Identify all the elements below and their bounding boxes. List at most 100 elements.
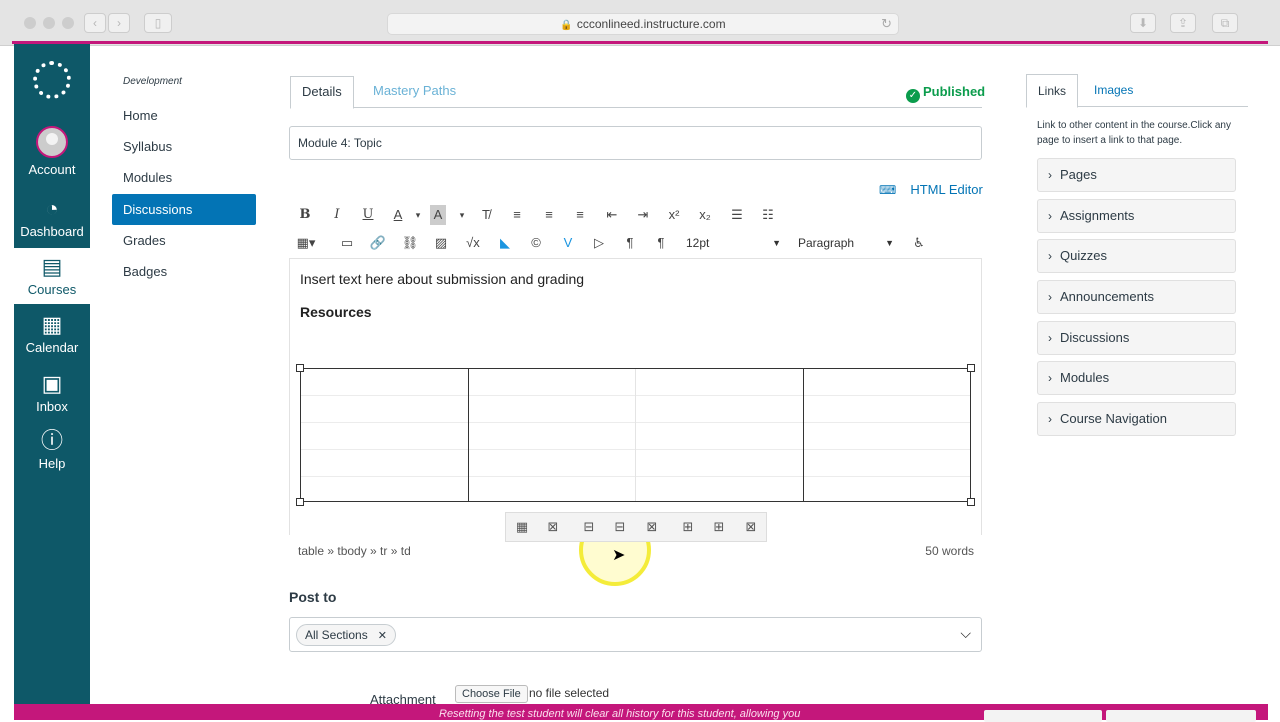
ltr-paragraph-icon[interactable]: ¶ <box>620 233 640 253</box>
topic-title-input[interactable]: Module 4: Topic <box>289 126 982 160</box>
accordion-modules[interactable]: › Modules <box>1037 361 1236 395</box>
tab-links[interactable]: Links <box>1026 74 1079 108</box>
share-icon[interactable]: ⇪ <box>1170 13 1196 33</box>
accordion-pages[interactable]: › Pages <box>1037 158 1236 192</box>
leave-student-view-button[interactable] <box>1106 710 1256 722</box>
address-bar[interactable]: 🔒 ccconlineed.instructure.com ↻ <box>387 13 899 35</box>
resources-table[interactable]: ➤ <box>300 368 971 586</box>
insert-row-after-icon[interactable]: ⊟ <box>611 518 629 536</box>
accessibility-checker-icon[interactable]: ♿ <box>909 233 929 253</box>
reset-student-button[interactable] <box>984 710 1102 722</box>
table-properties-icon[interactable]: ▦ <box>513 518 531 536</box>
global-nav-inbox[interactable]: ▣ Inbox <box>14 371 90 419</box>
vimeo-icon[interactable]: V <box>558 233 578 253</box>
global-nav-dashboard[interactable]: ◔ Dashboard <box>14 196 90 244</box>
delete-table-icon[interactable]: ⊠ <box>544 518 562 536</box>
insert-column-before-icon[interactable]: ⊞ <box>679 518 697 536</box>
unlink-icon[interactable]: ⛓ <box>400 233 420 253</box>
sidebar-toggle-icon[interactable]: ▯ <box>144 13 172 33</box>
twitter-icon[interactable]: ◣ <box>495 233 515 253</box>
choose-file-button[interactable]: Choose File <box>455 685 528 703</box>
rich-content-editor[interactable]: Insert text here about submission and gr… <box>289 258 982 586</box>
chevron-down-icon[interactable]: ⌵ <box>960 625 971 642</box>
table-icon[interactable]: ▦▾ <box>296 233 316 253</box>
course-nav-home[interactable]: Home <box>112 100 256 131</box>
global-nav-calendar[interactable]: ▦ Calendar <box>14 312 90 360</box>
course-nav-badges[interactable]: Badges <box>112 256 256 287</box>
indent-icon[interactable]: ⇥ <box>633 205 653 225</box>
bullet-list-icon[interactable]: ☰ <box>727 205 747 225</box>
align-right-icon[interactable]: ≡ <box>570 205 590 225</box>
align-center-icon[interactable]: ≡ <box>539 205 559 225</box>
accordion-announcements[interactable]: › Announcements <box>1037 280 1236 314</box>
element-path[interactable]: table » tbody » tr » td <box>298 544 411 558</box>
block-format-select[interactable]: Paragraph ▼ <box>798 233 894 253</box>
text-color-dropdown-icon[interactable]: ▾ <box>408 205 428 225</box>
tab-details[interactable]: Details <box>290 76 354 109</box>
resize-handle[interactable] <box>967 498 975 506</box>
delete-column-icon[interactable]: ⊠ <box>742 518 760 536</box>
maximize-window-button[interactable] <box>62 17 74 29</box>
tab-mastery-paths[interactable]: Mastery Paths <box>362 76 467 109</box>
italic-button[interactable]: I <box>327 205 347 225</box>
outdent-icon[interactable]: ⇤ <box>602 205 622 225</box>
align-left-icon[interactable]: ≡ <box>507 205 527 225</box>
link-icon[interactable]: 🔗 <box>368 233 388 253</box>
global-nav-courses[interactable]: ▤ Courses <box>14 248 90 304</box>
text-color-button[interactable]: A <box>388 205 408 225</box>
course-nav-grades[interactable]: Grades <box>112 225 256 256</box>
course-nav-discussions[interactable]: Discussions <box>112 194 256 225</box>
sections-select[interactable]: All Sections ✕ ⌵ <box>289 617 982 652</box>
tab-images[interactable]: Images <box>1083 74 1144 108</box>
downloads-icon[interactable]: ⬇ <box>1130 13 1156 33</box>
word-count: 50 words <box>925 544 974 558</box>
accordion-assignments[interactable]: › Assignments <box>1037 199 1236 233</box>
remove-icon[interactable]: ✕ <box>378 630 387 642</box>
minimize-window-button[interactable] <box>43 17 55 29</box>
insert-column-after-icon[interactable]: ⊞ <box>710 518 728 536</box>
background-color-dropdown-icon[interactable]: ▾ <box>452 205 472 225</box>
video-icon[interactable]: ▷ <box>589 233 609 253</box>
media-icon[interactable]: ▭ <box>337 233 357 253</box>
resize-handle[interactable] <box>296 498 304 506</box>
resize-handle[interactable] <box>967 364 975 372</box>
numbered-list-icon[interactable]: ☷ <box>758 205 778 225</box>
global-nav-label: Account <box>28 162 76 177</box>
section-chip[interactable]: All Sections ✕ <box>296 624 396 646</box>
background-color-button[interactable]: A <box>430 205 446 225</box>
chevron-down-icon: ▼ <box>772 238 781 248</box>
equation-icon[interactable]: √x <box>463 233 483 253</box>
reload-icon[interactable]: ↻ <box>881 14 892 34</box>
global-nav-help[interactable]: ⓘ Help <box>14 428 90 476</box>
course-nav-modules[interactable]: Modules <box>112 162 256 193</box>
global-nav-account[interactable]: Account <box>14 126 90 182</box>
back-button[interactable]: ‹ <box>84 13 106 33</box>
accordion-quizzes[interactable]: › Quizzes <box>1037 239 1236 273</box>
published-status[interactable]: ✓ Published <box>906 84 985 103</box>
editor-heading[interactable]: Resources <box>300 304 372 320</box>
subscript-icon[interactable]: x₂ <box>695 205 715 225</box>
editor-paragraph[interactable]: Insert text here about submission and gr… <box>300 271 584 287</box>
superscript-icon[interactable]: x² <box>664 205 684 225</box>
creative-commons-icon[interactable]: © <box>526 233 546 253</box>
close-window-button[interactable] <box>24 17 36 29</box>
accordion-course-navigation[interactable]: › Course Navigation <box>1037 402 1236 436</box>
forward-button[interactable]: › <box>108 13 130 33</box>
banner-message: Resetting the test student will clear al… <box>439 708 801 720</box>
tabs-overview-icon[interactable]: ⧉ <box>1212 13 1238 33</box>
html-editor-toggle[interactable]: ⌨ HTML Editor <box>879 182 983 197</box>
font-size-select[interactable]: 12pt ▼ <box>686 233 781 253</box>
canvas-logo-icon[interactable] <box>33 61 71 99</box>
delete-row-icon[interactable]: ⊠ <box>643 518 661 536</box>
chevron-right-icon: › <box>1048 290 1052 304</box>
rtl-paragraph-icon[interactable]: ¶ <box>651 233 671 253</box>
image-icon[interactable]: ▨ <box>431 233 451 253</box>
clear-formatting-icon[interactable]: T̸ <box>476 205 496 225</box>
resize-handle[interactable] <box>296 364 304 372</box>
course-nav-syllabus[interactable]: Syllabus <box>112 131 256 162</box>
course-breadcrumb[interactable]: Development <box>123 76 182 87</box>
insert-row-before-icon[interactable]: ⊟ <box>580 518 598 536</box>
accordion-discussions[interactable]: › Discussions <box>1037 321 1236 355</box>
underline-button[interactable]: U <box>358 205 378 225</box>
bold-button[interactable]: B <box>295 205 315 225</box>
